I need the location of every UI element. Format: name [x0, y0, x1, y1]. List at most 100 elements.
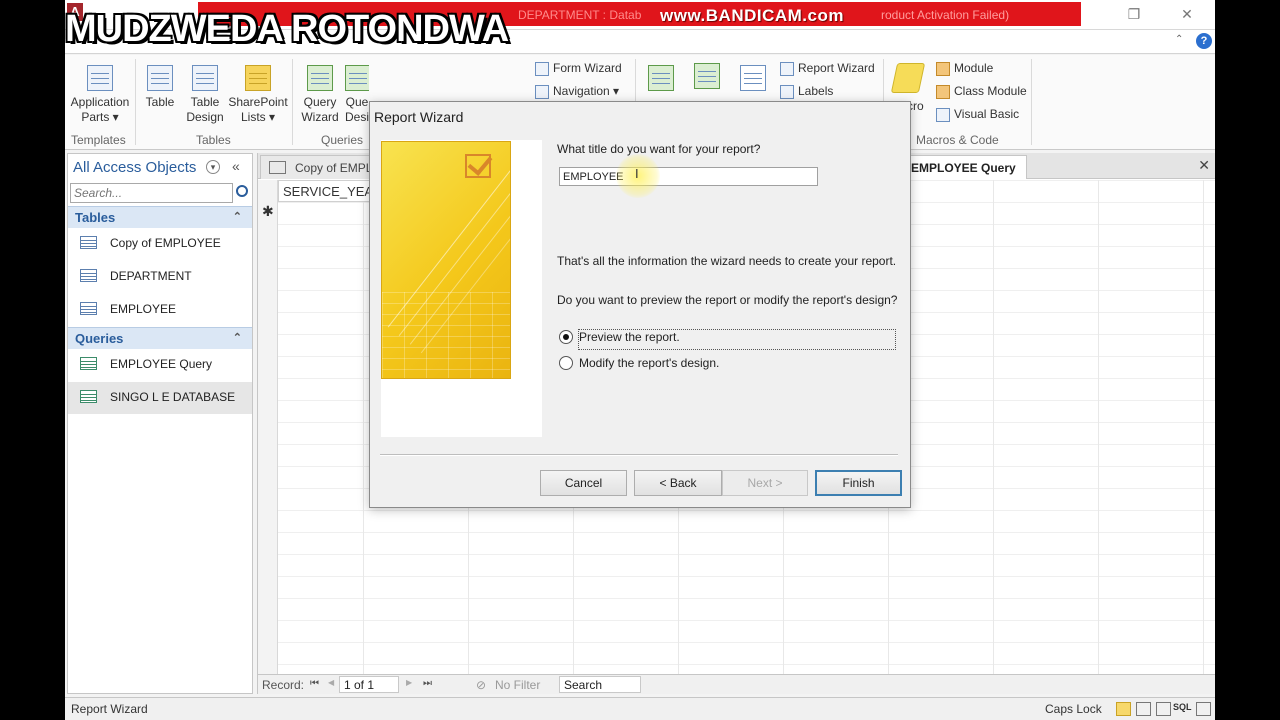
nav-item-label: DEPARTMENT: [110, 269, 192, 283]
nav-item-singo-database[interactable]: SINGO L E DATABASE: [68, 382, 252, 414]
table-icon: [80, 236, 97, 249]
report-wizard-button[interactable]: Report Wizard: [780, 61, 875, 76]
preview-option-label: Preview the report.: [579, 330, 680, 344]
next-button[interactable]: Next >: [722, 470, 808, 496]
search-icon[interactable]: [236, 185, 248, 197]
group-templates: Templates: [71, 133, 126, 147]
title-question: What title do you want for your report?: [557, 142, 761, 156]
status-text: Report Wizard: [71, 702, 148, 716]
nav-item-employee[interactable]: EMPLOYEE: [68, 294, 252, 326]
table-design-button[interactable]: Table Design: [184, 65, 226, 125]
nav-item-employee-query[interactable]: EMPLOYEE Query: [68, 349, 252, 381]
labels-button[interactable]: Labels: [780, 84, 833, 99]
application-parts-label-2: Parts ▾: [81, 110, 119, 124]
checkmark-icon: [465, 154, 491, 178]
no-filter-label[interactable]: No Filter: [495, 678, 540, 692]
next-record-icon[interactable]: ▶: [406, 678, 412, 687]
text-cursor-icon: I: [635, 166, 639, 181]
back-button[interactable]: < Back: [634, 470, 722, 496]
group-tables: Tables: [196, 133, 231, 147]
table-button[interactable]: Table: [143, 65, 177, 110]
help-icon[interactable]: ?: [1196, 33, 1212, 49]
record-search-input[interactable]: Search: [559, 676, 641, 693]
query-design-label-2: Desi: [345, 110, 369, 124]
module-button[interactable]: Module: [936, 61, 993, 76]
nav-item-department[interactable]: DEPARTMENT: [68, 261, 252, 293]
left-letterbox: [0, 0, 65, 720]
minimize-ribbon-icon[interactable]: ⌃: [1175, 34, 1183, 45]
report-wizard-icon: [780, 61, 794, 76]
query-wizard-label-2: Wizard: [301, 110, 339, 124]
activation-status: roduct Activation Failed): [881, 8, 1010, 22]
tab-label: EMPLOYEE Query: [911, 161, 1016, 175]
report-button[interactable]: [647, 65, 675, 95]
nav-item-label: EMPLOYEE Query: [110, 357, 213, 371]
restore-icon[interactable]: ❐: [1123, 6, 1145, 24]
visual-basic-label: Visual Basic: [954, 107, 1020, 121]
query-design-icon: [345, 65, 369, 91]
design-view-icon[interactable]: [1196, 702, 1211, 716]
status-bar: Report Wizard Caps Lock SQL: [65, 697, 1215, 720]
close-window-icon[interactable]: ✕: [1176, 6, 1198, 24]
nav-item-label: Copy of EMPLOYEE: [110, 236, 221, 250]
tab-label: Copy of EMPLO: [295, 161, 369, 175]
navigation-button[interactable]: Navigation ▾: [535, 84, 619, 99]
dialog-divider: [380, 454, 898, 455]
table-design-icon: [192, 65, 218, 91]
report-wizard-dialog: Report Wizard What title do you want for…: [369, 101, 911, 508]
query-wizard-button[interactable]: Query Wizard: [299, 65, 341, 125]
pivot-table-view-icon[interactable]: [1136, 702, 1151, 716]
wizard-info-text: That's all the information the wizard ne…: [557, 254, 897, 268]
class-module-button[interactable]: Class Module: [936, 84, 1027, 99]
query-design-button[interactable]: Que Desi: [345, 65, 369, 125]
current-record-field[interactable]: 1 of 1: [339, 676, 399, 693]
sql-view-icon[interactable]: SQL: [1173, 702, 1192, 712]
wizard-illustration: [381, 141, 511, 379]
query-wizard-icon: [307, 65, 333, 91]
class-module-label: Class Module: [954, 84, 1027, 98]
report-wizard-label: Report Wizard: [798, 61, 875, 75]
new-record-icon: ✱: [262, 203, 274, 219]
modify-radio[interactable]: [559, 356, 573, 370]
report-design-icon: [694, 63, 720, 89]
document-title: DEPARTMENT : Datab: [518, 8, 642, 22]
nav-pane-title[interactable]: All Access Objects: [73, 159, 196, 176]
sharepoint-lists-button[interactable]: SharePoint Lists ▾: [228, 65, 288, 125]
table-icon: [147, 65, 173, 91]
pivot-chart-view-icon[interactable]: [1156, 702, 1171, 716]
previous-record-icon[interactable]: ◀: [328, 678, 334, 687]
preview-radio[interactable]: [559, 330, 573, 344]
table-icon: [269, 161, 286, 174]
report-title-input[interactable]: [559, 167, 818, 186]
blank-report-button[interactable]: [739, 65, 767, 95]
datasheet-view-icon[interactable]: [1116, 702, 1131, 716]
row-selector-column[interactable]: [258, 180, 278, 674]
nav-menu-chevron-icon[interactable]: ▾: [206, 160, 220, 174]
nav-search-input[interactable]: [70, 183, 233, 203]
navigation-pane: All Access Objects ▾ « Tables ⌃ Copy of …: [67, 153, 253, 694]
query-icon: [80, 357, 97, 370]
application-parts-button[interactable]: Application Parts ▾: [69, 65, 131, 125]
visual-basic-button[interactable]: Visual Basic: [936, 107, 1019, 122]
last-record-icon[interactable]: ⏭: [423, 678, 432, 689]
tab-copy-of-employee[interactable]: Copy of EMPLO: [260, 155, 370, 179]
nav-item-copy-of-employee[interactable]: Copy of EMPLOYEE: [68, 228, 252, 260]
query-wizard-label: Query: [303, 95, 337, 109]
sharepoint-lists-icon: [245, 65, 271, 91]
navigation-icon: [535, 84, 549, 99]
shutter-bar-collapse-icon[interactable]: «: [232, 158, 240, 174]
macro-icon[interactable]: [890, 63, 926, 93]
form-wizard-button[interactable]: Form Wizard: [535, 61, 622, 76]
section-queries[interactable]: Queries ⌃: [68, 327, 252, 349]
collapse-chevron-icon: ⌃: [232, 332, 242, 344]
filter-icon[interactable]: ⊘: [476, 678, 486, 692]
first-record-icon[interactable]: ⏮: [310, 678, 319, 689]
sharepoint-label-2: Lists ▾: [240, 110, 276, 124]
cancel-button[interactable]: Cancel: [540, 470, 627, 496]
module-label: Module: [954, 61, 994, 75]
report-design-button[interactable]: [693, 63, 721, 93]
close-document-icon[interactable]: ✕: [1198, 157, 1210, 174]
section-tables[interactable]: Tables ⌃: [68, 206, 252, 228]
finish-button[interactable]: Finish: [815, 470, 902, 496]
form-wizard-icon: [535, 61, 549, 76]
